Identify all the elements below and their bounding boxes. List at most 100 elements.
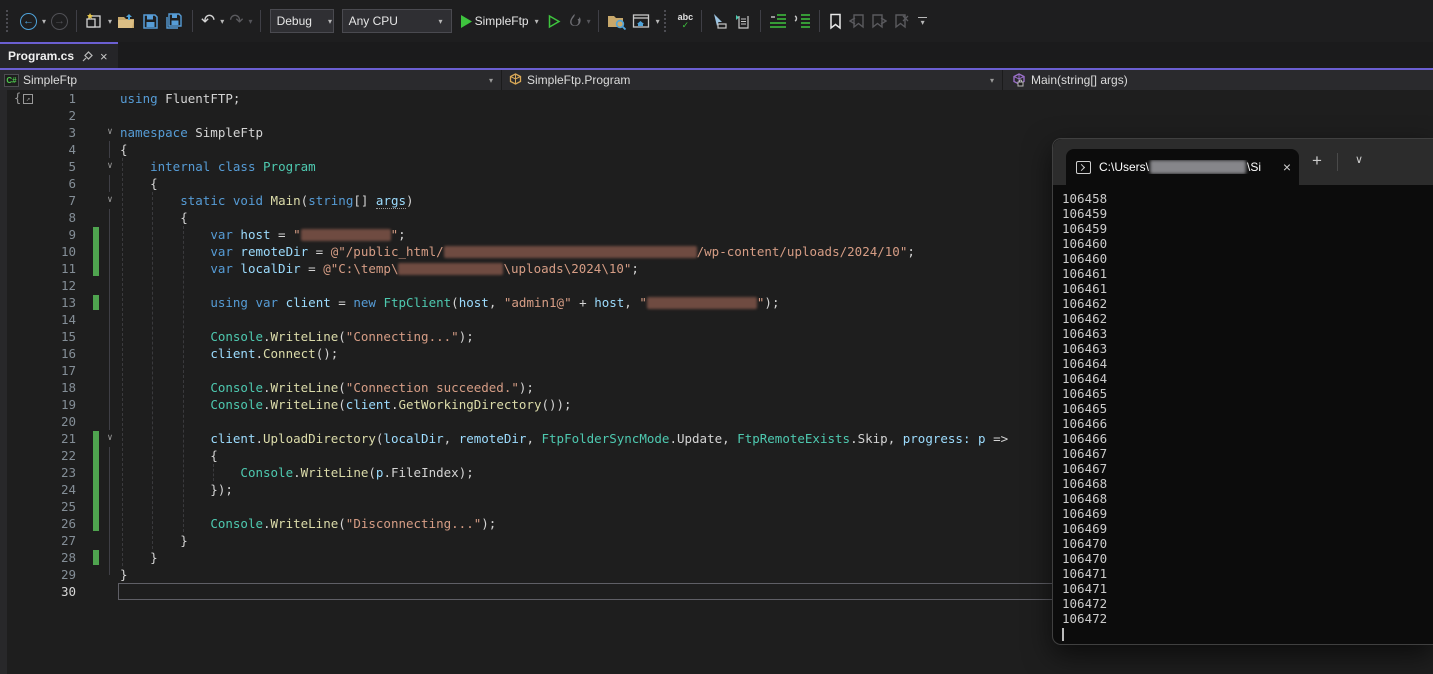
line-number: 10	[36, 243, 76, 260]
format-document-button[interactable]	[731, 8, 755, 34]
fold-chevron-icon[interactable]: ∨	[103, 430, 117, 447]
line-number: 22	[36, 447, 76, 464]
config-caret: ▾	[326, 17, 334, 26]
undo-button[interactable]: ↶	[198, 8, 218, 34]
line-number: 23	[36, 464, 76, 481]
navigate-forward-button[interactable]: →	[48, 8, 71, 34]
terminal-line: 106463	[1062, 326, 1433, 341]
redo-history-caret[interactable]: ▾	[247, 17, 255, 26]
terminal-line: 106472	[1062, 596, 1433, 611]
fold-chevron-icon[interactable]: ∨	[103, 124, 117, 141]
solution-platform-dropdown[interactable]: Any CPU ▾	[342, 9, 452, 33]
terminal-line: 106467	[1062, 446, 1433, 461]
project-dropdown[interactable]: C# SimpleFtp ▾	[0, 70, 502, 90]
line-number: 20	[36, 413, 76, 430]
terminal-line: 106465	[1062, 401, 1433, 416]
startup-project-label: SimpleFtp	[473, 14, 533, 28]
fold-chevron-icon[interactable]: ∨	[103, 158, 117, 175]
back-icon: ←	[20, 13, 37, 30]
line-number: 19	[36, 396, 76, 413]
terminal-line: 106466	[1062, 431, 1433, 446]
increase-indent-button[interactable]	[790, 8, 814, 34]
clear-bookmarks-button[interactable]	[890, 8, 912, 34]
terminal-line: 106458	[1062, 191, 1433, 206]
terminal-window[interactable]: C:\Users\ \Si × + ∨ 10645810645910645910…	[1052, 138, 1433, 645]
home-window-caret[interactable]: ▾	[654, 17, 662, 26]
main-toolbar: ← ▾ → ▾ ↶ ▾ ↷ ▾ Debug ▾ Any C	[0, 0, 1433, 42]
toolbar-separator	[192, 10, 193, 32]
line-number: 30	[36, 583, 76, 600]
terminal-titlebar[interactable]: C:\Users\ \Si × + ∨	[1053, 139, 1433, 185]
save-button[interactable]	[139, 8, 162, 34]
start-debugging-button[interactable]: SimpleFtp ▾	[456, 8, 544, 34]
line-number: 28	[36, 549, 76, 566]
new-project-caret[interactable]: ▾	[106, 17, 114, 26]
tab-program-cs[interactable]: Program.cs ×	[0, 42, 118, 68]
document-outline-icon[interactable]: { ↗	[14, 91, 33, 105]
terminal-output[interactable]: 1064581064591064591064601064601064611064…	[1053, 185, 1433, 646]
new-project-button[interactable]	[82, 8, 106, 34]
undo-history-caret[interactable]: ▾	[218, 17, 226, 26]
navigation-bar: C# SimpleFtp ▾ SimpleFtp.Program ▾ Main(…	[0, 70, 1433, 90]
toolbar-overflow-button[interactable]: ▾	[918, 17, 927, 25]
home-window-button[interactable]	[629, 8, 654, 34]
save-icon	[142, 13, 159, 30]
code-line: var remoteDir = @"/public_html//wp-conte…	[120, 243, 915, 260]
csharp-project-icon: C#	[4, 74, 19, 87]
redo-button[interactable]: ↷	[226, 8, 246, 34]
code-line: Console.WriteLine("Connecting...");	[120, 328, 474, 345]
current-line-highlight	[118, 583, 1054, 600]
open-file-button[interactable]	[114, 8, 139, 34]
save-all-button[interactable]	[162, 8, 187, 34]
solution-config-dropdown[interactable]: Debug ▾	[270, 9, 334, 33]
toggle-bookmark-button[interactable]	[825, 8, 846, 34]
line-number: 3	[36, 124, 76, 141]
code-line: Console.WriteLine("Connection succeeded.…	[120, 379, 534, 396]
member-dropdown[interactable]: Main(string[] args)	[1003, 70, 1433, 90]
home-window-icon	[632, 13, 651, 30]
redacted-text	[647, 297, 757, 309]
terminal-dropdown-button[interactable]: ∨	[1348, 153, 1370, 166]
code-line: }	[120, 532, 188, 549]
type-name: SimpleFtp.Program	[523, 73, 630, 87]
toolbar-grip[interactable]	[664, 10, 669, 32]
change-bar	[93, 431, 99, 531]
next-bookmark-button[interactable]	[868, 8, 890, 34]
terminal-line: 106470	[1062, 551, 1433, 566]
forward-icon: →	[51, 13, 68, 30]
tab-title: Program.cs	[8, 49, 74, 63]
project-caret: ▾	[489, 76, 501, 85]
clear-bookmarks-icon	[893, 13, 909, 30]
terminal-line: 106471	[1062, 566, 1433, 581]
code-line: using var client = new FtpClient(host, "…	[120, 294, 779, 311]
redacted-text	[398, 263, 503, 275]
profiler-button[interactable]	[564, 8, 585, 34]
pin-icon[interactable]	[82, 51, 93, 62]
change-bar	[93, 550, 99, 565]
terminal-tab-close-icon[interactable]: ×	[1283, 159, 1291, 175]
terminal-line: 106460	[1062, 251, 1433, 266]
spell-check-button[interactable]: abc ✓	[675, 8, 697, 34]
new-terminal-tab-button[interactable]: +	[1306, 151, 1328, 171]
terminal-cursor	[1062, 628, 1064, 641]
toolbar-grip[interactable]	[6, 10, 11, 32]
find-in-files-icon	[607, 13, 626, 30]
fold-chevron-icon[interactable]: ∨	[103, 192, 117, 209]
terminal-line: 106461	[1062, 281, 1433, 296]
navigate-back-button[interactable]: ←	[17, 8, 40, 34]
type-dropdown[interactable]: SimpleFtp.Program ▾	[502, 70, 1003, 90]
open-folder-icon	[117, 13, 136, 30]
terminal-tab[interactable]: C:\Users\ \Si ×	[1066, 149, 1299, 185]
find-in-files-button[interactable]	[604, 8, 629, 34]
prev-bookmark-button[interactable]	[846, 8, 868, 34]
terminal-line: 106467	[1062, 461, 1433, 476]
line-number: 25	[36, 498, 76, 515]
start-without-debugging-button[interactable]	[544, 8, 564, 34]
profiler-caret[interactable]: ▾	[585, 17, 593, 26]
decrease-indent-button[interactable]	[766, 8, 790, 34]
select-tool-button[interactable]	[707, 8, 731, 34]
back-history-caret[interactable]: ▾	[40, 17, 48, 26]
line-number: 6	[36, 175, 76, 192]
toolbar-separator	[701, 10, 702, 32]
tab-close-icon[interactable]: ×	[100, 49, 108, 64]
